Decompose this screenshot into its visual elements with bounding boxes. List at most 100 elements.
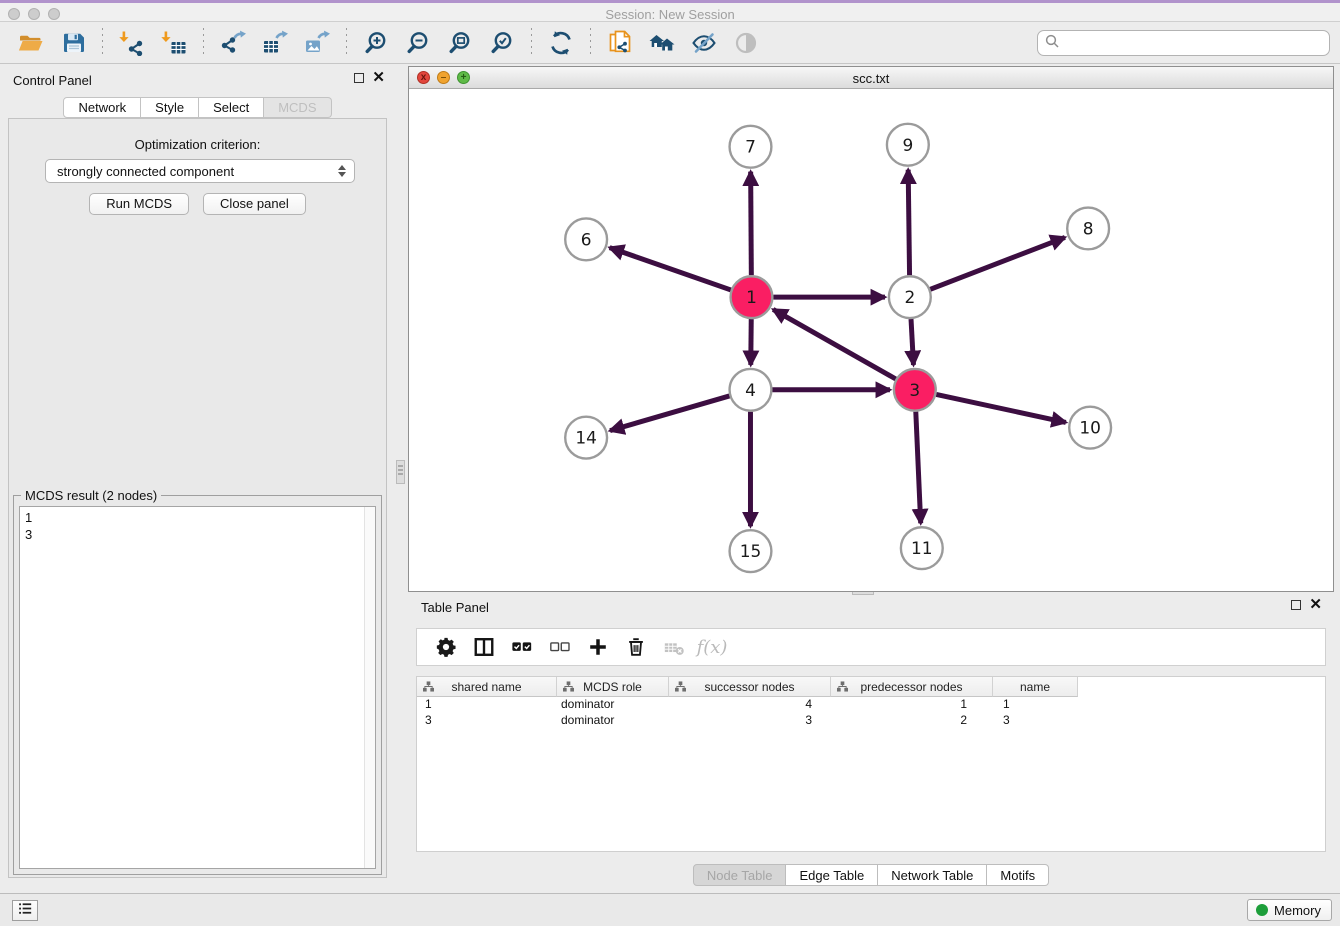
export-network-icon[interactable]: [220, 30, 246, 56]
float-table-panel-icon[interactable]: [1291, 600, 1301, 610]
network-graph: 7968124314101511: [409, 89, 1333, 591]
table-row[interactable]: 3dominator323: [417, 713, 1325, 729]
graph-edge-1-7[interactable]: [751, 172, 752, 276]
node-table: shared nameMCDS rolesuccessor nodesprede…: [416, 676, 1326, 852]
node-table-header: shared nameMCDS rolesuccessor nodesprede…: [417, 677, 1325, 697]
tab-edge-table[interactable]: Edge Table: [786, 864, 878, 886]
graph-node-label: 14: [575, 428, 597, 448]
export-image-icon[interactable]: [304, 30, 330, 56]
close-table-panel-icon[interactable]: ✕: [1309, 600, 1322, 610]
hide-graphics-details-icon[interactable]: [691, 30, 717, 56]
graph-edge-4-14[interactable]: [610, 396, 729, 431]
clone-network-icon[interactable]: [607, 30, 633, 56]
add-row-icon[interactable]: [586, 635, 610, 659]
graph-node-label: 15: [740, 541, 762, 561]
task-history-button[interactable]: [12, 900, 38, 921]
network-window-title: scc.txt: [409, 71, 1333, 86]
tab-mcds[interactable]: MCDS: [264, 97, 331, 118]
mcds-result-list[interactable]: 13: [19, 506, 376, 869]
split-columns-icon[interactable]: [472, 635, 496, 659]
memory-button[interactable]: Memory: [1247, 899, 1332, 921]
zoom-selected-icon[interactable]: [489, 30, 515, 56]
tab-network-table[interactable]: Network Table: [878, 864, 987, 886]
column-edit-icon: [563, 681, 574, 695]
search-input[interactable]: [1060, 36, 1323, 51]
graph-node-label: 9: [902, 135, 913, 155]
search-icon: [1044, 33, 1060, 54]
column-header-shared-name[interactable]: shared name: [417, 677, 557, 697]
graph-node-label: 8: [1083, 218, 1094, 238]
graph-edge-3-10[interactable]: [936, 394, 1066, 422]
titlebar: Session: New Session: [0, 0, 1340, 22]
import-network-icon[interactable]: [119, 30, 145, 56]
cell-name: 1: [993, 697, 1078, 713]
table-panel-title: Table Panel: [421, 600, 489, 615]
cell-MCDS-role: dominator: [557, 697, 669, 713]
column-header-successor-nodes[interactable]: successor nodes: [669, 677, 831, 697]
close-panel-icon[interactable]: ✕: [372, 73, 385, 83]
mcds-result-groupbox: MCDS result (2 nodes) 13: [13, 495, 382, 875]
cell-predecessor-nodes: 2: [831, 713, 993, 729]
graph-edge-3-1[interactable]: [773, 309, 896, 379]
table-row[interactable]: 1dominator411: [417, 697, 1325, 713]
optimization-criterion-label: Optimization criterion:: [9, 137, 386, 152]
cell-successor-nodes: 3: [669, 713, 831, 729]
network-overview-icon[interactable]: [649, 30, 675, 56]
column-header-name[interactable]: name: [993, 677, 1078, 697]
select-all-icon[interactable]: [510, 635, 534, 659]
search-box[interactable]: [1037, 30, 1330, 56]
graph-node-label: 4: [745, 380, 756, 400]
graph-node-label: 3: [909, 380, 920, 400]
contrast-eye-icon: [733, 30, 759, 56]
open-session-icon[interactable]: [18, 30, 44, 56]
column-header-MCDS-role[interactable]: MCDS role: [557, 677, 669, 697]
network-canvas[interactable]: 7968124314101511: [409, 89, 1333, 591]
export-table-icon[interactable]: [262, 30, 288, 56]
column-edit-icon: [423, 681, 434, 695]
column-edit-icon: [837, 681, 848, 695]
cell-shared-name: 3: [417, 713, 557, 729]
graph-edge-1-6[interactable]: [610, 248, 731, 290]
graph-edges: [610, 170, 1066, 527]
zoom-out-icon[interactable]: [405, 30, 431, 56]
graph-edge-2-3[interactable]: [911, 319, 913, 365]
graph-edge-2-9[interactable]: [908, 170, 909, 276]
toolbar-separator: [203, 28, 204, 58]
deselect-all-icon[interactable]: [548, 635, 572, 659]
status-bar: Memory: [0, 893, 1340, 926]
cell-name: 3: [993, 713, 1078, 729]
graph-edge-3-11[interactable]: [916, 412, 921, 524]
graph-node-label: 6: [581, 229, 592, 249]
graph-node-label: 2: [904, 287, 915, 307]
graph-node-label: 7: [745, 137, 756, 157]
zoom-fit-icon[interactable]: [447, 30, 473, 56]
mcds-result-lines: 13: [25, 509, 370, 543]
import-table-icon[interactable]: [161, 30, 187, 56]
run-mcds-button[interactable]: Run MCDS: [89, 193, 189, 215]
result-scrollbar[interactable]: [364, 507, 375, 868]
graph-node-label: 1: [746, 287, 757, 307]
cell-shared-name: 1: [417, 697, 557, 713]
delete-row-icon[interactable]: [624, 635, 648, 659]
refresh-layout-icon[interactable]: [548, 30, 574, 56]
tab-network[interactable]: Network: [63, 97, 141, 118]
close-panel-button[interactable]: Close panel: [203, 193, 306, 215]
network-window-titlebar[interactable]: x – + scc.txt: [409, 67, 1333, 89]
toolbar-separator: [531, 28, 532, 58]
column-header-predecessor-nodes[interactable]: predecessor nodes: [831, 677, 993, 697]
graph-edge-2-8[interactable]: [930, 237, 1065, 289]
tab-style[interactable]: Style: [141, 97, 199, 118]
settings-gear-icon[interactable]: [434, 635, 458, 659]
optimization-criterion-select[interactable]: strongly connected component: [45, 159, 355, 183]
vertical-divider-grip[interactable]: [396, 460, 405, 484]
cell-successor-nodes: 4: [669, 697, 831, 713]
application-window: Session: New Session Control Panel ✕ Net…: [0, 0, 1340, 926]
tab-select[interactable]: Select: [199, 97, 264, 118]
tab-motifs[interactable]: Motifs: [987, 864, 1049, 886]
tab-node-table[interactable]: Node Table: [693, 864, 787, 886]
zoom-in-icon[interactable]: [363, 30, 389, 56]
float-panel-icon[interactable]: [354, 73, 364, 83]
table-tabs: Node TableEdge TableNetwork TableMotifs: [408, 864, 1334, 886]
cell-predecessor-nodes: 1: [831, 697, 993, 713]
save-session-icon[interactable]: [60, 30, 86, 56]
